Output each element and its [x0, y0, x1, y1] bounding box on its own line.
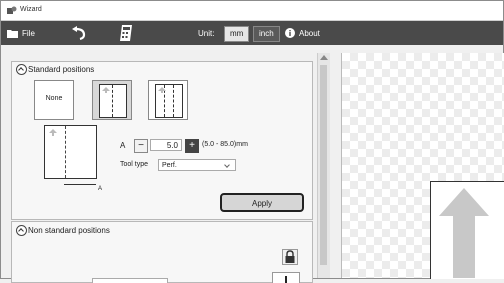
file-menu-label: File	[22, 28, 35, 38]
preview-canvas	[341, 53, 504, 279]
non-standard-positions-title: Non standard positions	[28, 226, 110, 235]
non-standard-positions-panel: Non standard positions	[11, 221, 313, 283]
apply-button[interactable]: Apply	[220, 193, 304, 212]
preset-single-line-page	[99, 84, 127, 118]
file-menu[interactable]: File	[7, 21, 35, 45]
increment-button[interactable]: +	[185, 139, 199, 153]
preset-double-line[interactable]	[148, 80, 188, 120]
collapse-icon[interactable]	[16, 64, 27, 75]
preset-none[interactable]: None	[34, 80, 74, 120]
lock-button[interactable]	[282, 249, 298, 265]
arrow-up-icon	[102, 87, 110, 93]
dimension-line	[64, 184, 96, 185]
lock-icon	[285, 250, 295, 263]
standard-positions-title: Standard positions	[28, 65, 95, 74]
preset-single-line[interactable]	[92, 80, 132, 120]
feed-direction-arrow-icon	[439, 188, 489, 278]
settings-pane: Standard positions None A A − 5.0 + (5.0…	[9, 53, 314, 283]
unit-label: Unit:	[198, 28, 215, 38]
about-button[interactable]: About	[285, 21, 320, 45]
preset-none-label: None	[45, 95, 63, 102]
add-button[interactable]	[272, 272, 300, 283]
toolbar: File Unit: mm inch About	[1, 21, 503, 45]
collapse-icon[interactable]	[16, 225, 27, 236]
info-icon	[285, 28, 295, 38]
tool-type-select[interactable]: Perf.	[158, 159, 236, 171]
unit-mm-button[interactable]: mm	[224, 26, 250, 42]
a-label: A	[120, 141, 126, 150]
app-icon	[7, 6, 17, 14]
vertical-scrollbar[interactable]	[317, 53, 330, 278]
scroll-thumb[interactable]	[320, 65, 327, 265]
a-value-input[interactable]: 5.0	[150, 139, 182, 151]
decrement-button[interactable]: −	[134, 139, 148, 153]
folder-icon	[7, 29, 18, 38]
range-hint: (5.0 - 85.0)mm	[202, 141, 248, 148]
window-title: Wizard	[20, 6, 42, 13]
calculator-icon	[120, 25, 132, 41]
chevron-down-icon	[224, 162, 230, 168]
arrow-up-icon	[49, 129, 57, 136]
scroll-up-icon[interactable]	[320, 55, 328, 60]
unit-inch-button[interactable]: inch	[253, 26, 280, 42]
tool-type-value: Perf.	[162, 162, 177, 169]
position-diagram-page	[44, 125, 97, 179]
undo-icon	[72, 26, 86, 40]
calculator-button[interactable]	[119, 21, 133, 45]
arrow-up-icon	[158, 87, 166, 93]
wizard-window: Wizard File Unit: mm inch About Standard…	[0, 0, 504, 283]
title-bar: Wizard	[1, 1, 503, 21]
dimension-marker-label: A	[98, 186, 103, 192]
undo-button[interactable]	[71, 21, 87, 45]
about-label: About	[299, 28, 320, 38]
preview-sheet	[430, 181, 504, 279]
preset-double-line-page	[155, 84, 183, 118]
tool-type-label: Tool type	[120, 161, 149, 168]
